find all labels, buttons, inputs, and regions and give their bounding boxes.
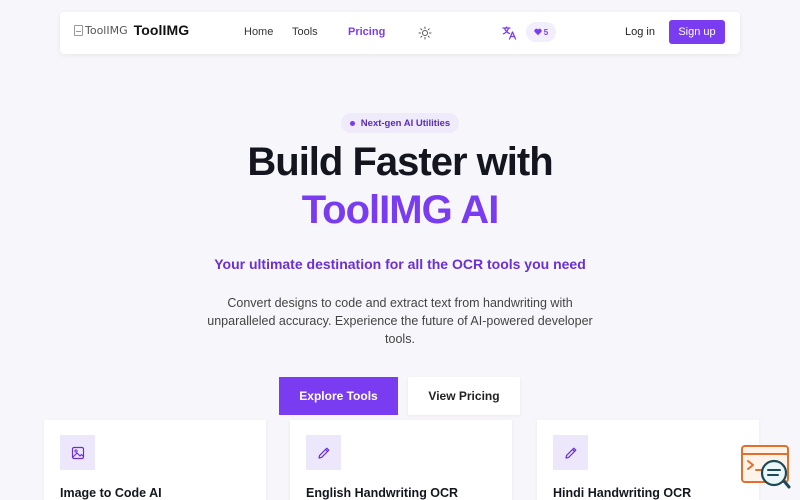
hero-title-line2: ToolIMG AI <box>301 188 500 232</box>
top-navbar: ToolIMG ToolIMG Home Tools Pricing 5 Log… <box>60 12 740 54</box>
nav-link-home[interactable]: Home <box>244 26 273 38</box>
sun-icon[interactable] <box>418 26 432 40</box>
signup-button[interactable]: Sign up <box>669 20 725 44</box>
explore-tools-button[interactable]: Explore Tools <box>279 377 398 415</box>
hero-tagline: Your ultimate destination for all the OC… <box>214 256 586 272</box>
tool-card-hindi-ocr[interactable]: Hindi Handwriting OCR <box>537 420 759 500</box>
card-title: Hindi Handwriting OCR <box>553 486 692 500</box>
broken-image-icon <box>74 24 83 36</box>
nav-link-pricing[interactable]: Pricing <box>348 26 385 38</box>
pencil-icon <box>306 435 341 470</box>
logo-alt-text: ToolIMG <box>85 23 128 37</box>
logo[interactable]: ToolIMG ToolIMG <box>74 22 189 38</box>
tool-card-image-to-code[interactable]: Image to Code AI <box>44 420 266 500</box>
hero-description: Convert designs to code and extract text… <box>207 296 593 346</box>
tool-card-english-ocr[interactable]: English Handwriting OCR <box>290 420 512 500</box>
chat-widget-icon[interactable] <box>740 445 792 490</box>
translate-icon[interactable] <box>501 25 517 41</box>
brand-name: ToolIMG <box>133 22 190 38</box>
card-title: Image to Code AI <box>60 486 162 500</box>
image-icon <box>60 435 95 470</box>
view-pricing-button[interactable]: View Pricing <box>408 377 520 415</box>
hero-badge: Next-gen AI Utilities <box>341 113 459 133</box>
nav-link-tools[interactable]: Tools <box>292 26 318 38</box>
badge-dot <box>349 120 355 126</box>
pencil-icon <box>553 435 588 470</box>
login-link[interactable]: Log in <box>625 26 655 38</box>
card-title: English Handwriting OCR <box>306 486 459 500</box>
likes-badge[interactable]: 5 <box>526 22 556 42</box>
heart-icon <box>534 28 542 36</box>
logo-image: ToolIMG <box>74 24 128 37</box>
likes-count: 5 <box>543 27 549 37</box>
hero-badge-label: Next-gen AI Utilities <box>360 117 451 129</box>
hero-title-line1: Build Faster with <box>247 140 553 184</box>
